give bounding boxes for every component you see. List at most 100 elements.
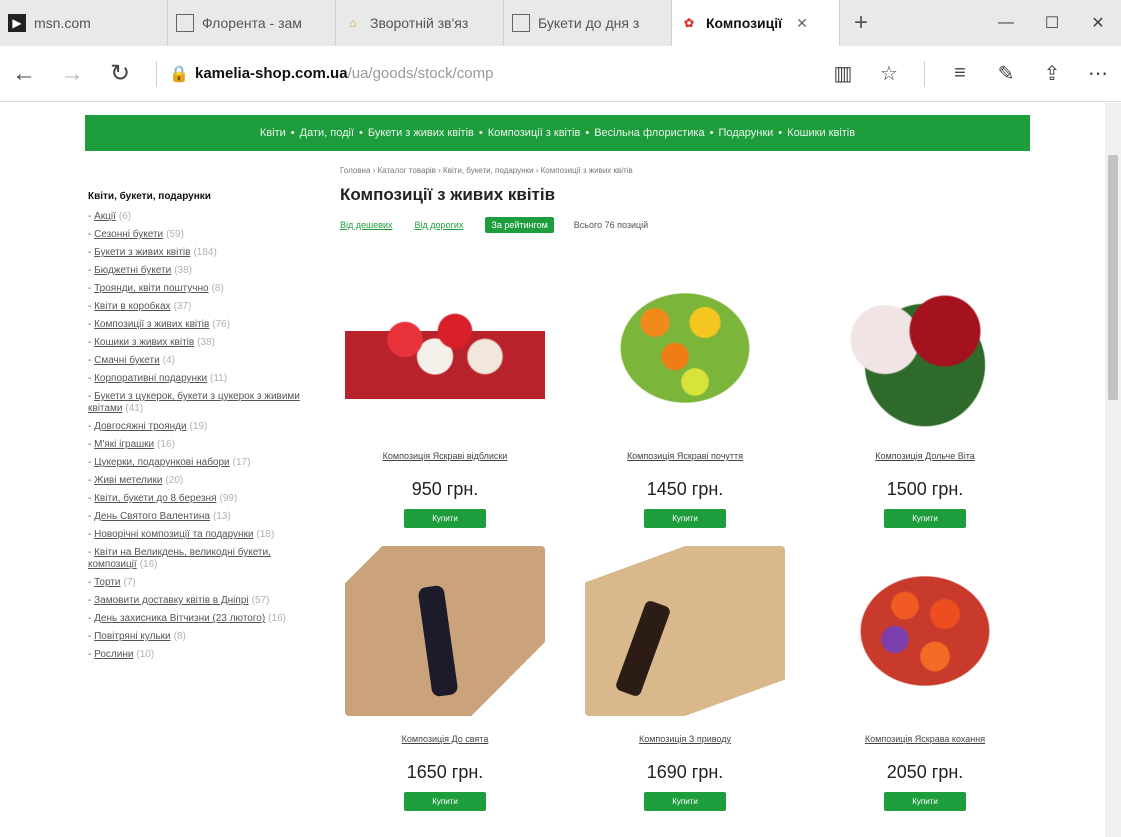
nav-item-dates[interactable]: Дати, події [295, 127, 359, 139]
tab-label: msn.com [34, 15, 91, 31]
tab-label: Зворотній зв'яз [370, 15, 469, 31]
hub-icon[interactable]: ≡ [937, 46, 983, 102]
sort-expensive-link[interactable]: Від дорогих [415, 220, 464, 230]
sidebar-item-link[interactable]: Кошики з живих квітів [94, 337, 194, 348]
sidebar-item: - Букети з живих квітів (184) [88, 247, 217, 258]
product-image[interactable] [585, 546, 785, 716]
sidebar-item-count: (7) [123, 577, 136, 588]
sidebar-item: - Повітряні кульки (8) [88, 631, 186, 642]
scrollbar-thumb[interactable] [1108, 155, 1118, 400]
nav-item-compositions[interactable]: Композиції з квітів [483, 127, 586, 139]
favorite-icon[interactable]: ☆ [866, 46, 912, 102]
category-list: - Акції (6) - Сезонні букети (59) - Букети з… [88, 211, 323, 661]
sidebar-item-link[interactable]: Троянди, квіти поштучно [94, 283, 208, 294]
buy-button[interactable]: Купити [884, 792, 966, 811]
product-name-link[interactable]: Композиція Яскрава кохання [820, 734, 1030, 744]
buy-button[interactable]: Купити [644, 509, 726, 528]
sidebar-item-link[interactable]: Акції [94, 211, 116, 222]
maximize-icon[interactable]: ☐ [1029, 0, 1075, 46]
tab-bouquets[interactable]: Букети до дня з [504, 0, 672, 46]
sidebar-item: - Живі метелики (20) [88, 475, 184, 486]
sidebar-item: - Смачні букети (4) [88, 355, 175, 366]
lock-icon: 🔒 [169, 65, 189, 83]
category-sidebar: Квіти, букети, подарунки - Акції (6) - Сез… [88, 191, 323, 667]
sidebar-item-link[interactable]: День Святого Валентина [94, 511, 210, 522]
product-price: 2050 грн. [886, 762, 964, 782]
url-field[interactable]: 🔒 kamelia-shop.com.ua /ua/goods/stock/co… [169, 64, 820, 84]
nav-item-gifts[interactable]: Подарунки [713, 127, 778, 139]
buy-button[interactable]: Купити [644, 792, 726, 811]
minimize-icon[interactable]: — [983, 0, 1029, 46]
sidebar-item-link[interactable]: Довгосяжні троянди [94, 421, 186, 432]
sidebar-item-link[interactable]: Новорічні композиції та подарунки [94, 529, 253, 540]
sidebar-item-link[interactable]: Композиції з живих квітів [94, 319, 209, 330]
buy-button[interactable]: Купити [884, 509, 966, 528]
share-icon[interactable]: ⇪ [1029, 46, 1075, 102]
product-price: 1450 грн. [646, 479, 724, 499]
product-image[interactable] [585, 263, 785, 433]
product-name-link[interactable]: Композиція Яскраві почуття [580, 451, 790, 461]
forward-icon[interactable]: → [48, 46, 96, 102]
tab-florenta[interactable]: Флорента - зам [168, 0, 336, 46]
product-name-link[interactable]: Композиція Дольче Віта [820, 451, 1030, 461]
sidebar-item-link[interactable]: Цукерки, подарункові набори [94, 457, 230, 468]
sort-cheap-link[interactable]: Від дешевих [340, 220, 393, 230]
sidebar-item-link[interactable]: Торти [94, 577, 120, 588]
nav-item-wedding[interactable]: Весільна флористика [589, 127, 709, 139]
sidebar-item-link[interactable]: Сезонні букети [94, 229, 163, 240]
buy-button[interactable]: Купити [404, 509, 486, 528]
web-note-icon[interactable]: ✎ [983, 46, 1029, 102]
sidebar-item-link[interactable]: Замовити доставку квітів в Дніпрі [94, 595, 249, 606]
sidebar-item-link[interactable]: Букети з цукерок, букети з цукерок з жив… [88, 391, 300, 414]
sidebar-item-link[interactable]: День захисника Вітчизни (23 лютого) [94, 613, 265, 624]
sidebar-item-count: (184) [193, 247, 217, 258]
sidebar-item-link[interactable]: Повітряні кульки [94, 631, 171, 642]
close-window-icon[interactable]: ✕ [1075, 0, 1121, 46]
sidebar-item-link[interactable]: Квіти в коробках [94, 301, 170, 312]
tab-feedback[interactable]: ⌂ Зворотній зв'яз [336, 0, 504, 46]
product-price: 1690 грн. [646, 762, 724, 782]
vertical-scrollbar[interactable] [1105, 103, 1121, 837]
sidebar-item-link[interactable]: Корпоративні подарунки [94, 373, 207, 384]
close-icon[interactable]: ✕ [796, 15, 808, 32]
back-icon[interactable]: ← [0, 46, 48, 102]
sidebar-item-link[interactable]: Букети з живих квітів [94, 247, 190, 258]
msn-icon: ▶ [8, 14, 26, 32]
nav-item-baskets[interactable]: Кошики квітів [782, 127, 860, 139]
nav-item-bouquets[interactable]: Букети з живих квітів [363, 127, 479, 139]
refresh-icon[interactable]: ↻ [96, 46, 144, 102]
reading-view-icon[interactable]: ▥ [820, 46, 866, 102]
product-name-link[interactable]: Композиція До свята [340, 734, 550, 744]
tab-label: Букети до дня з [538, 15, 640, 31]
browser-tab-bar: ▶ msn.com Флорента - зам ⌂ Зворотній зв'… [0, 0, 1121, 46]
sort-rating-button[interactable]: За рейтингом [485, 217, 554, 233]
sidebar-item-link[interactable]: Рослини [94, 649, 133, 660]
new-tab-button[interactable]: + [840, 0, 882, 46]
total-count: Всього 76 позицій [573, 220, 649, 230]
tab-msn[interactable]: ▶ msn.com [0, 0, 168, 46]
product-name-link[interactable]: Композиція Яскраві відблиски [340, 451, 550, 461]
sidebar-item-link[interactable]: Квіти, букети до 8 березня [94, 493, 216, 504]
sidebar-item-count: (57) [251, 595, 270, 606]
product-image[interactable] [825, 263, 1025, 433]
buy-button[interactable]: Купити [404, 792, 486, 811]
product-image[interactable] [345, 546, 545, 716]
sidebar-item: - Замовити доставку квітів в Дніпрі (57) [88, 595, 270, 606]
product-name-link[interactable]: Композиція З приводу [580, 734, 790, 744]
sidebar-item-count: (11) [210, 373, 228, 384]
nav-item-flowers[interactable]: Квіти [255, 127, 291, 139]
sidebar-item-link[interactable]: М'які іграшки [94, 439, 154, 450]
product-image[interactable] [825, 546, 1025, 716]
tab-compositions[interactable]: ✿ Композиції ✕ [672, 0, 840, 46]
site-navigation: Квіти • Дати, події • Букети з живих кві… [85, 115, 1030, 151]
sidebar-item-count: (19) [189, 421, 208, 432]
sidebar-item-count: (8) [173, 631, 186, 642]
sidebar-item-link[interactable]: Живі метелики [94, 475, 162, 486]
window-controls: — ☐ ✕ [983, 0, 1121, 46]
sidebar-item-link[interactable]: Смачні букети [94, 355, 160, 366]
sidebar-item-link[interactable]: Бюджетні букети [94, 265, 171, 276]
product-image[interactable] [345, 263, 545, 433]
more-icon[interactable]: ⋯ [1075, 46, 1121, 102]
sidebar-item-link[interactable]: Квіти на Великдень, великодні букети, ко… [88, 547, 271, 570]
sidebar-item: - Букети з цукерок, букети з цукерок з ж… [88, 391, 300, 414]
